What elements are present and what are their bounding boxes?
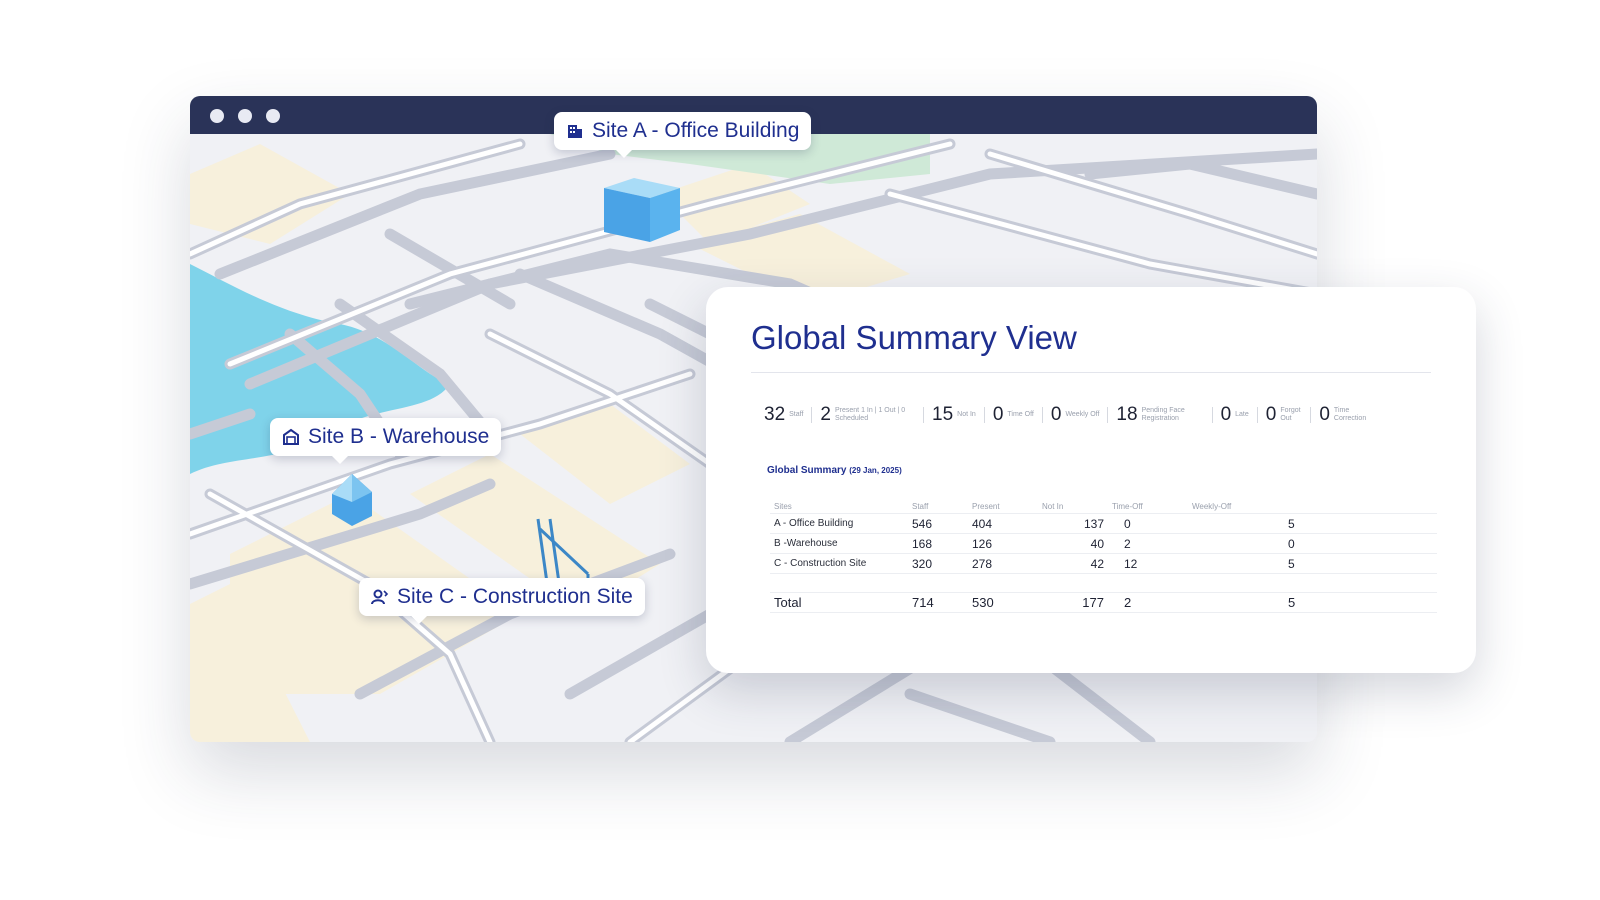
stat-value: 2 [820, 404, 831, 425]
table-cell-site: B -Warehouse [770, 533, 908, 554]
stat-not-in[interactable]: 15 Not In [932, 404, 993, 426]
table-row[interactable]: C - Construction Site 320 278 42 12 5 [770, 553, 1437, 574]
table-cell: 530 [968, 592, 1038, 613]
stat-label: Weekly Off [1065, 411, 1100, 418]
building-icon [566, 122, 584, 140]
site-b-label: Site B - Warehouse [308, 425, 490, 448]
table-cell: 320 [908, 553, 968, 574]
window-dot-icon[interactable] [266, 109, 280, 123]
table-cell: 126 [968, 533, 1038, 554]
worker-icon [371, 588, 389, 606]
table-cell: 0 [1108, 513, 1188, 534]
window-dot-icon[interactable] [238, 109, 252, 123]
stat-value: 0 [1050, 404, 1062, 425]
table-cell: 5 [1188, 553, 1338, 574]
summary-table-date: (29 Jan, 2025) [849, 466, 902, 475]
stat-value: 18 [1116, 404, 1138, 425]
warehouse-icon [282, 428, 300, 446]
divider [1211, 407, 1213, 423]
table-cell-site: A - Office Building [770, 513, 908, 534]
site-a-label: Site A - Office Building [592, 119, 800, 142]
stat-value: 15 [932, 404, 954, 425]
table-cell: 5 [1188, 513, 1338, 534]
divider [811, 407, 813, 423]
stat-label: Not In [957, 411, 976, 418]
table-cell: 177 [1038, 592, 1108, 613]
summary-table-heading: Global Summary [767, 465, 847, 476]
stat-label: Time Correction [1333, 407, 1367, 422]
site-b-pin[interactable]: Site B - Warehouse [270, 418, 502, 456]
table-header-row: Sites Staff Present Not In Time-Off Week… [770, 499, 1437, 514]
stat-pending-face-registration[interactable]: 18 Pending Face Registration [1116, 404, 1220, 426]
stats-bar: 32 Staff 2 Present 1 In | 1 Out | 0 Sche… [764, 404, 1374, 426]
table-cell-total-label: Total [770, 592, 908, 613]
stat-time-off[interactable]: 0 Time Off [993, 404, 1051, 426]
table-cell: 2 [1108, 592, 1188, 613]
stat-label: Present 1 In | 1 Out | 0 Scheduled [835, 407, 906, 422]
table-spacer-row [770, 573, 1437, 593]
stat-forgot-out[interactable]: 0 Forgot Out [1266, 404, 1320, 426]
office-building-marker[interactable] [604, 178, 680, 242]
stat-label: Time Off [1007, 411, 1034, 418]
column-header: Weekly-Off [1188, 499, 1338, 514]
table-cell-empty [1338, 592, 1437, 613]
stat-weekly-off[interactable]: 0 Weekly Off [1051, 404, 1117, 426]
window-dot-icon[interactable] [210, 109, 224, 123]
table-cell: 137 [1038, 513, 1108, 534]
stat-value: 0 [1220, 404, 1232, 425]
stat-value: 32 [764, 404, 786, 425]
divider [751, 372, 1431, 373]
table-cell: 404 [968, 513, 1038, 534]
site-a-pin[interactable]: Site A - Office Building [554, 112, 812, 150]
table-cell-empty [1338, 513, 1437, 534]
stat-label: Forgot Out [1280, 407, 1301, 422]
table-row[interactable]: B -Warehouse 168 126 40 2 0 [770, 533, 1437, 554]
divider [1310, 407, 1312, 423]
global-summary-card: Global Summary View 32 Staff 2 Present 1… [706, 287, 1476, 673]
column-header: Staff [908, 499, 968, 514]
stat-time-correction[interactable]: 0 Time Correction [1319, 404, 1374, 426]
stat-label: Late [1235, 411, 1249, 418]
table-cell: 0 [1188, 533, 1338, 554]
stat-present[interactable]: 2 Present 1 In | 1 Out | 0 Scheduled [820, 404, 932, 426]
column-header: Not In [1038, 499, 1108, 514]
table-cell: 40 [1038, 533, 1108, 554]
site-c-label: Site C - Construction Site [397, 585, 633, 608]
divider [1107, 407, 1109, 423]
summary-table: Sites Staff Present Not In Time-Off Week… [770, 499, 1437, 613]
stat-value: 0 [1319, 404, 1330, 425]
table-cell: 546 [908, 513, 968, 534]
table-cell: 42 [1038, 553, 1108, 574]
table-cell-empty [1338, 553, 1437, 574]
table-cell: 5 [1188, 592, 1338, 613]
table-cell-site: C - Construction Site [770, 553, 908, 574]
divider [1256, 407, 1258, 423]
column-header-empty [1338, 499, 1437, 514]
stat-staff[interactable]: 32 Staff [764, 404, 820, 426]
summary-table-title: Global Summary (29 Jan, 2025) [767, 465, 902, 476]
divider [1041, 407, 1043, 423]
column-header: Sites [770, 499, 908, 514]
column-header: Present [968, 499, 1038, 514]
site-c-pin[interactable]: Site C - Construction Site [359, 578, 645, 616]
table-cell-empty [1338, 533, 1437, 554]
stat-label: Pending Face Registration [1141, 407, 1185, 422]
table-cell: 12 [1108, 553, 1188, 574]
divider [923, 407, 924, 423]
table-cell: 2 [1108, 533, 1188, 554]
stat-value: 0 [992, 404, 1004, 425]
table-cell: 168 [908, 533, 968, 554]
column-header: Time-Off [1108, 499, 1188, 514]
card-title: Global Summary View [751, 319, 1077, 356]
stat-late[interactable]: 0 Late [1221, 404, 1266, 426]
table-total-row[interactable]: Total 714 530 177 2 5 [770, 592, 1437, 613]
stat-value: 0 [1265, 404, 1277, 425]
divider [983, 407, 985, 423]
table-cell: 278 [968, 553, 1038, 574]
stat-label: Staff [789, 411, 804, 418]
table-row[interactable]: A - Office Building 546 404 137 0 5 [770, 513, 1437, 534]
table-cell: 714 [908, 592, 968, 613]
